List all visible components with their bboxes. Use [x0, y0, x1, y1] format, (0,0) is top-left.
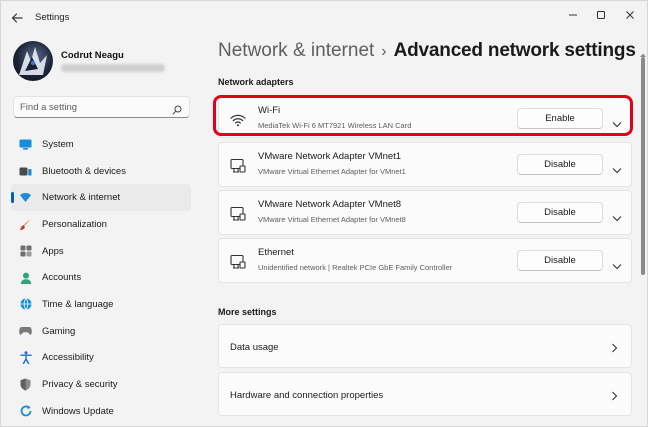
- title-bar: Settings: [1, 1, 647, 35]
- avatar[interactable]: [13, 41, 53, 81]
- adapter-name: Wi-Fi: [258, 105, 281, 116]
- back-arrow-icon[interactable]: [10, 11, 24, 25]
- profile-email-redacted: [61, 64, 165, 72]
- adapter-description: Unidentified network | Realtek PCIe GbE …: [258, 263, 453, 272]
- sidebar-item-label: Apps: [42, 245, 64, 257]
- adapter-card-wifi[interactable]: Wi-Fi MediaTek Wi-Fi 6 MT7921 Wireless L…: [218, 96, 632, 138]
- adapter-name: VMware Network Adapter VMnet1: [258, 151, 402, 162]
- gamepad-icon: [19, 325, 32, 338]
- sidebar-item-privacy-security[interactable]: Privacy & security: [11, 371, 191, 398]
- scrollbar-thumb[interactable]: [641, 57, 645, 275]
- sidebar-item-gaming[interactable]: Gaming: [11, 318, 191, 345]
- sidebar-item-label: Accessibility: [42, 352, 94, 364]
- disable-button[interactable]: Disable: [517, 202, 603, 223]
- sidebar-item-bluetooth[interactable]: Bluetooth & devices: [11, 158, 191, 185]
- data-usage-link[interactable]: Data usage: [218, 324, 632, 368]
- sidebar-item-label: System: [42, 138, 74, 150]
- chevron-down-icon[interactable]: [612, 161, 622, 179]
- sidebar-item-windows-update[interactable]: Windows Update: [11, 398, 191, 425]
- enable-button[interactable]: Enable: [517, 108, 603, 129]
- account-icon: [19, 271, 32, 284]
- sidebar-item-label: Time & language: [42, 298, 114, 310]
- maximize-button[interactable]: [590, 7, 612, 23]
- breadcrumb-separator: ›: [381, 43, 387, 60]
- adapter-description: VMware Virtual Ethernet Adapter for VMne…: [258, 215, 406, 224]
- adapter-card-vmnet1[interactable]: VMware Network Adapter VMnet1 VMware Vir…: [218, 142, 632, 187]
- adapter-card-ethernet[interactable]: Ethernet Unidentified network | Realtek …: [218, 238, 632, 283]
- page-title: Advanced network settings: [393, 40, 636, 61]
- search-input[interactable]: [20, 100, 170, 115]
- adapter-card-vmnet8[interactable]: VMware Network Adapter VMnet8 VMware Vir…: [218, 190, 632, 235]
- section-title-network-adapters: Network adapters: [218, 77, 294, 87]
- ethernet-icon: [230, 254, 246, 270]
- accessibility-icon: [19, 351, 32, 365]
- sidebar-item-label: Network & internet: [42, 192, 121, 204]
- globe-icon: [19, 298, 32, 311]
- section-title-more-settings: More settings: [218, 307, 277, 317]
- sidebar-item-time-language[interactable]: Time & language: [11, 291, 191, 318]
- brush-icon: [19, 218, 32, 231]
- system-icon: [19, 138, 32, 151]
- sidebar-item-accessibility[interactable]: Accessibility: [11, 345, 191, 372]
- chevron-down-icon[interactable]: [612, 209, 622, 227]
- settings-window: Settings Codrut Neagu Syste: [0, 0, 648, 427]
- sidebar-item-apps[interactable]: Apps: [11, 238, 191, 265]
- network-icon: [19, 191, 32, 204]
- ethernet-icon: [230, 158, 246, 174]
- update-icon: [19, 405, 32, 418]
- wifi-icon: [230, 112, 246, 128]
- setting-label: Data usage: [230, 342, 279, 353]
- app-title: Settings: [35, 12, 70, 23]
- sidebar-item-label: Personalization: [42, 218, 107, 230]
- sidebar-nav: System Bluetooth & devices Network & int…: [11, 131, 191, 425]
- adapter-description: MediaTek Wi-Fi 6 MT7921 Wireless LAN Car…: [258, 121, 412, 130]
- shield-icon: [19, 378, 32, 391]
- adapter-name: VMware Network Adapter VMnet8: [258, 199, 402, 210]
- ethernet-icon: [230, 206, 246, 222]
- chevron-down-icon[interactable]: [612, 115, 622, 133]
- profile-name: Codrut Neagu: [61, 50, 124, 61]
- close-button[interactable]: [619, 7, 641, 23]
- breadcrumb-parent-link[interactable]: Network & internet: [218, 40, 374, 61]
- sidebar-item-personalization[interactable]: Personalization: [11, 211, 191, 238]
- disable-button[interactable]: Disable: [517, 250, 603, 271]
- sidebar-item-label: Accounts: [42, 272, 82, 284]
- search-icon[interactable]: [172, 102, 182, 120]
- apps-icon: [19, 245, 32, 258]
- adapter-description: VMware Virtual Ethernet Adapter for VMne…: [258, 167, 406, 176]
- sidebar-item-label: Privacy & security: [42, 379, 118, 391]
- chevron-down-icon[interactable]: [612, 257, 622, 275]
- disable-button[interactable]: Disable: [517, 154, 603, 175]
- hardware-connection-properties-link[interactable]: Hardware and connection properties: [218, 372, 632, 416]
- chevron-right-icon: [611, 340, 618, 358]
- minimize-button[interactable]: [562, 7, 584, 23]
- sidebar-item-label: Gaming: [42, 325, 76, 337]
- sidebar-item-system[interactable]: System: [11, 131, 191, 158]
- sidebar-item-label: Bluetooth & devices: [42, 165, 126, 177]
- search-box[interactable]: [13, 96, 190, 118]
- chevron-right-icon: [611, 388, 618, 406]
- setting-label: Hardware and connection properties: [230, 390, 384, 401]
- sidebar-item-network[interactable]: Network & internet: [11, 184, 191, 212]
- bluetooth-icon: [19, 165, 32, 178]
- adapter-name: Ethernet: [258, 247, 294, 258]
- sidebar-item-accounts[interactable]: Accounts: [11, 264, 191, 291]
- sidebar-item-label: Windows Update: [42, 405, 114, 417]
- breadcrumb: Network & internet › Advanced network sett…: [218, 40, 636, 62]
